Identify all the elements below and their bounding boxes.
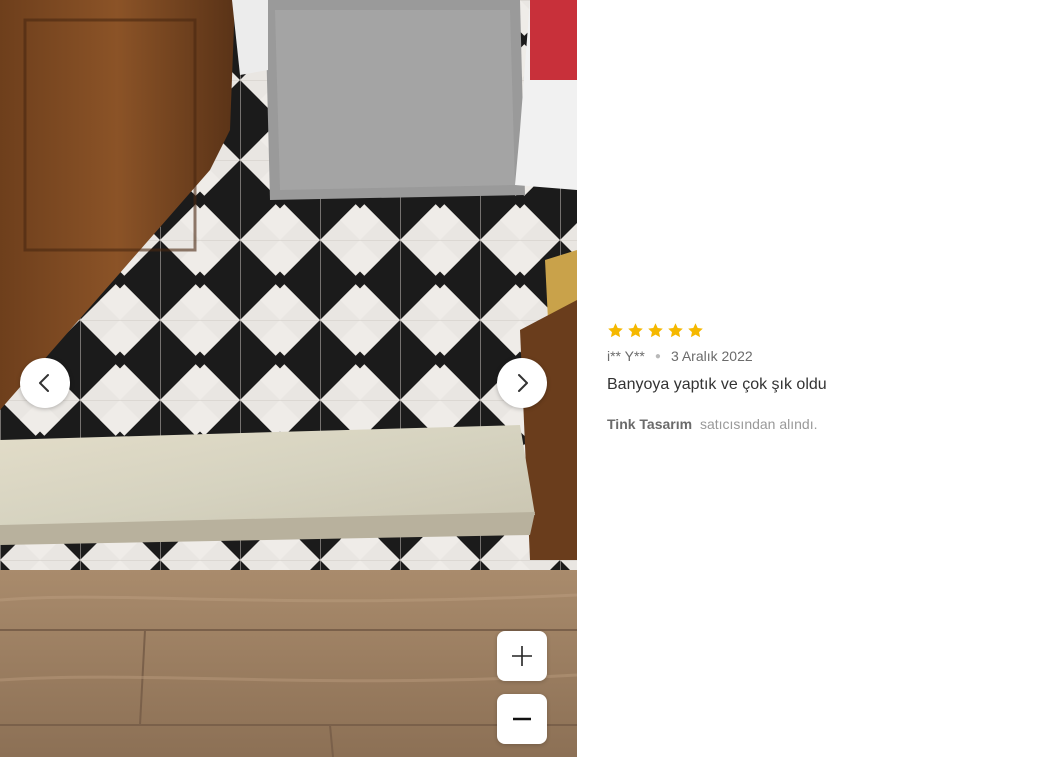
review-author: i** Y** [607,348,645,364]
zoom-in-button[interactable] [497,631,547,681]
seller-info: Tink Tasarım satıcısından alındı. [607,416,1027,432]
plus-icon [512,646,532,666]
review-details: i** Y** ● 3 Aralık 2022 Banyoya yaptık v… [607,320,1027,432]
next-image-button[interactable] [497,358,547,408]
review-photo [0,0,577,757]
chevron-right-icon [518,374,528,392]
seller-suffix: satıcısından alındı. [699,416,818,432]
star-icon [648,322,663,337]
minus-icon [513,717,531,721]
zoom-out-button[interactable] [497,694,547,744]
star-rating [607,320,1027,340]
chevron-left-icon [39,374,49,392]
review-comment: Banyoya yaptık ve çok şık oldu [607,376,827,393]
star-icon [688,322,703,337]
previous-image-button[interactable] [20,358,70,408]
star-icon [608,322,623,337]
seller-name: Tink Tasarım [607,416,693,432]
review-date: 3 Aralık 2022 [670,348,753,364]
separator-dot: ● [654,350,661,362]
review-image-gallery [0,0,577,757]
star-icon [628,322,643,337]
review-meta: i** Y** ● 3 Aralık 2022 [607,348,1027,364]
star-icon [668,322,683,337]
